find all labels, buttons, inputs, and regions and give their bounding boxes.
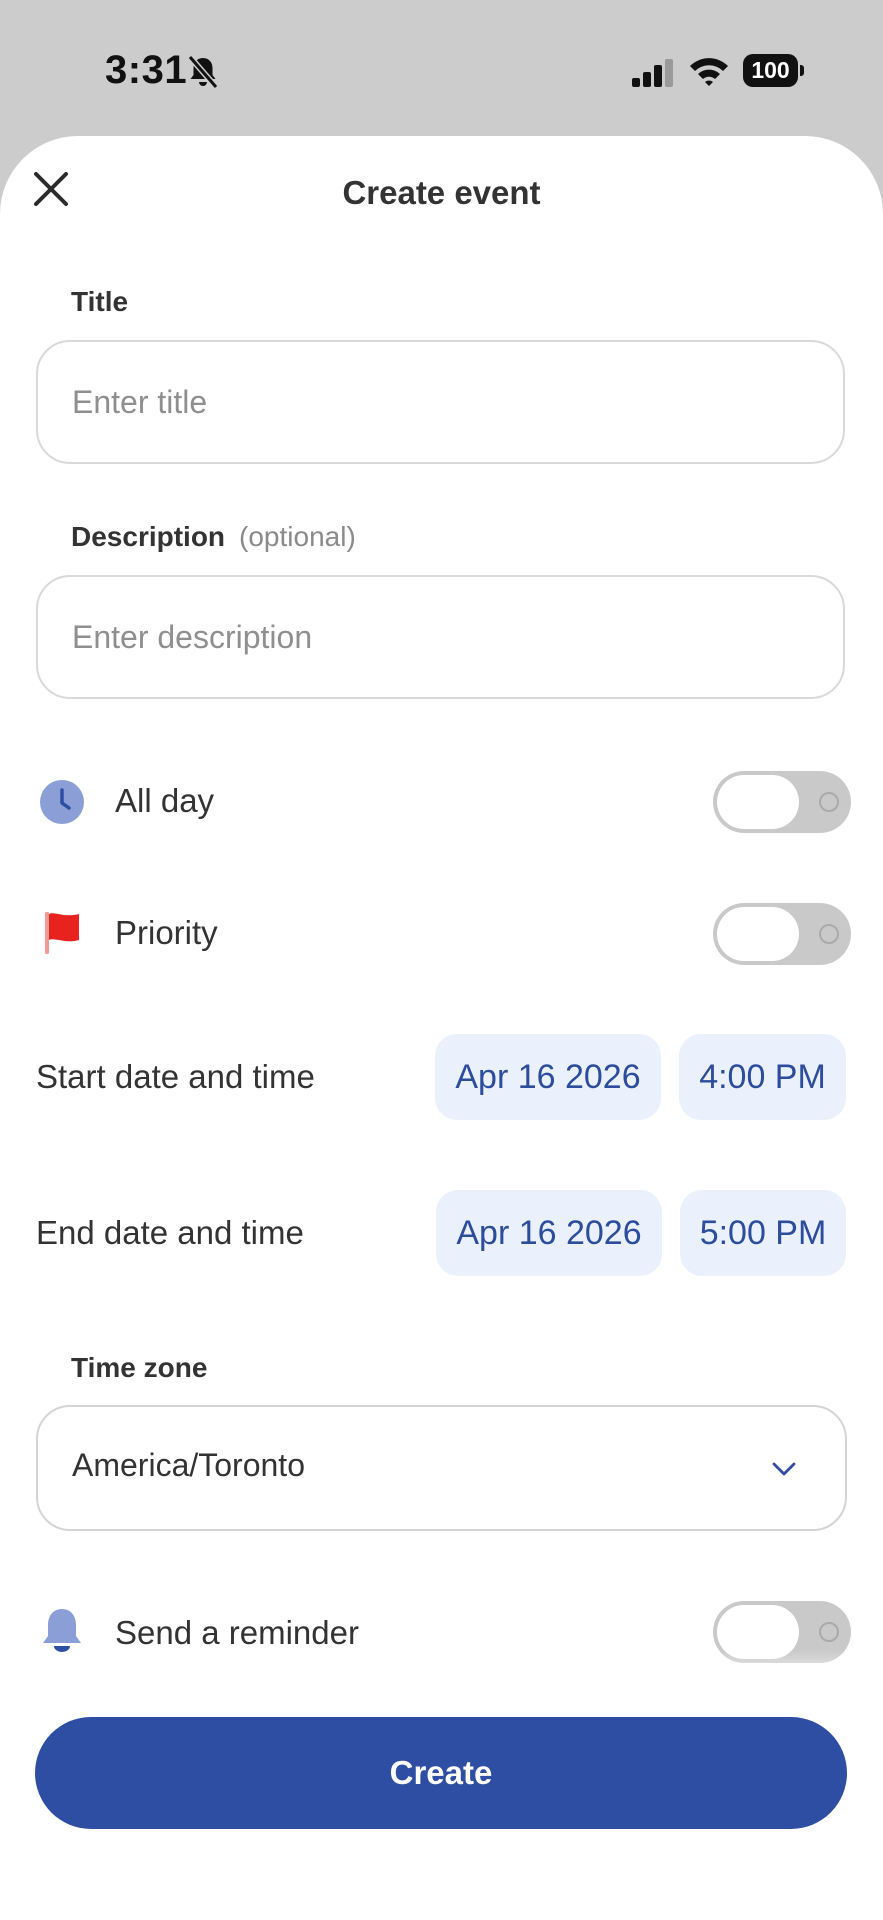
toggle-knob	[717, 907, 799, 961]
all-day-label: All day	[115, 782, 215, 819]
chevron-down-icon	[772, 1462, 796, 1476]
wifi-icon	[690, 58, 728, 86]
toggle-off-indicator	[819, 1622, 839, 1642]
flag-icon	[45, 912, 79, 954]
timezone-label: Time zone	[71, 1352, 208, 1383]
all-day-toggle[interactable]	[713, 771, 851, 833]
end-time-button[interactable]: 5:00 PM	[680, 1190, 846, 1276]
create-button[interactable]: Create	[35, 1717, 847, 1829]
title-label: Title	[71, 286, 129, 317]
priority-label: Priority	[115, 914, 218, 951]
optional-hint: (optional)	[239, 521, 356, 552]
start-date-button[interactable]: Apr 16 2026	[435, 1034, 661, 1120]
title-input[interactable]	[36, 340, 845, 464]
description-input[interactable]	[36, 575, 845, 699]
start-datetime-label: Start date and time	[36, 1058, 315, 1095]
status-time: 3:31	[105, 48, 188, 92]
page-title: Create event	[342, 174, 541, 211]
bell-icon	[43, 1609, 81, 1652]
description-label-text: Description	[71, 521, 226, 552]
description-label: Description (optional)	[71, 521, 356, 553]
toggle-off-indicator	[819, 924, 839, 944]
bottom-fade	[0, 1650, 883, 1690]
timezone-value: America/Toronto	[72, 1447, 305, 1483]
signal-icon	[632, 59, 673, 87]
battery-level: 100	[743, 54, 798, 87]
priority-toggle[interactable]	[713, 903, 851, 965]
reminder-label: Send a reminder	[115, 1614, 359, 1651]
battery-tip	[800, 65, 804, 76]
end-date-button[interactable]: Apr 16 2026	[436, 1190, 662, 1276]
battery-icon: 100	[743, 54, 805, 87]
status-bar: 3:31 100	[0, 0, 883, 136]
end-datetime-label: End date and time	[36, 1214, 304, 1251]
toggle-knob	[717, 775, 799, 829]
bell-off-icon	[187, 55, 219, 89]
start-time-button[interactable]: 4:00 PM	[679, 1034, 846, 1120]
timezone-select[interactable]: America/Toronto	[36, 1405, 847, 1531]
bottom-action-bar: Create	[0, 1690, 883, 1920]
clock-icon	[40, 780, 84, 824]
toggle-off-indicator	[819, 792, 839, 812]
